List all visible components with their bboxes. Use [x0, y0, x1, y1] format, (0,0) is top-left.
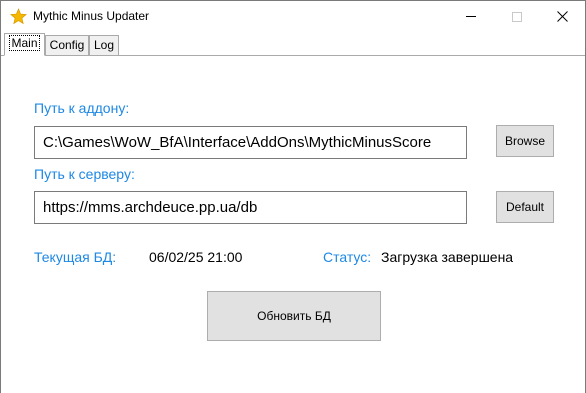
status-label: Статус:	[323, 249, 372, 265]
addon-path-label: Путь к аддону:	[34, 100, 130, 116]
tab-main[interactable]: Main	[4, 33, 45, 56]
title-bar[interactable]: Mythic Minus Updater	[1, 1, 585, 32]
browse-button[interactable]: Browse	[496, 125, 554, 157]
app-window: Mythic Minus Updater Main Config Log Пут…	[0, 0, 586, 393]
minimize-icon	[466, 16, 476, 17]
tab-main-label: Main	[9, 35, 40, 51]
current-db-value: 06/02/25 21:00	[149, 249, 243, 265]
maximize-icon	[512, 11, 522, 22]
close-icon	[556, 11, 568, 22]
tab-config-label: Config	[49, 38, 85, 52]
addon-path-input[interactable]: C:\Games\WoW_BfA\Interface\AddOns\Mythic…	[34, 126, 467, 159]
maximize-button[interactable]	[494, 1, 540, 32]
tab-config[interactable]: Config	[45, 35, 89, 55]
server-path-input[interactable]: https://mms.archdeuce.pp.ua/db	[34, 191, 467, 224]
close-button[interactable]	[539, 1, 585, 32]
update-db-button[interactable]: Обновить БД	[207, 291, 381, 341]
minimize-button[interactable]	[448, 1, 494, 32]
tab-log-label: Log	[93, 38, 115, 52]
window-title: Mythic Minus Updater	[33, 9, 150, 23]
current-db-label: Текущая БД:	[34, 249, 117, 265]
server-path-label: Путь к серверу:	[34, 166, 135, 182]
tab-strip: Main Config Log	[1, 32, 585, 56]
default-button[interactable]: Default	[496, 191, 554, 223]
tab-log[interactable]: Log	[89, 35, 119, 55]
status-value: Загрузка завершена	[381, 249, 514, 265]
main-panel: Путь к аддону: C:\Games\WoW_BfA\Interfac…	[1, 55, 585, 393]
star-icon	[10, 8, 27, 25]
